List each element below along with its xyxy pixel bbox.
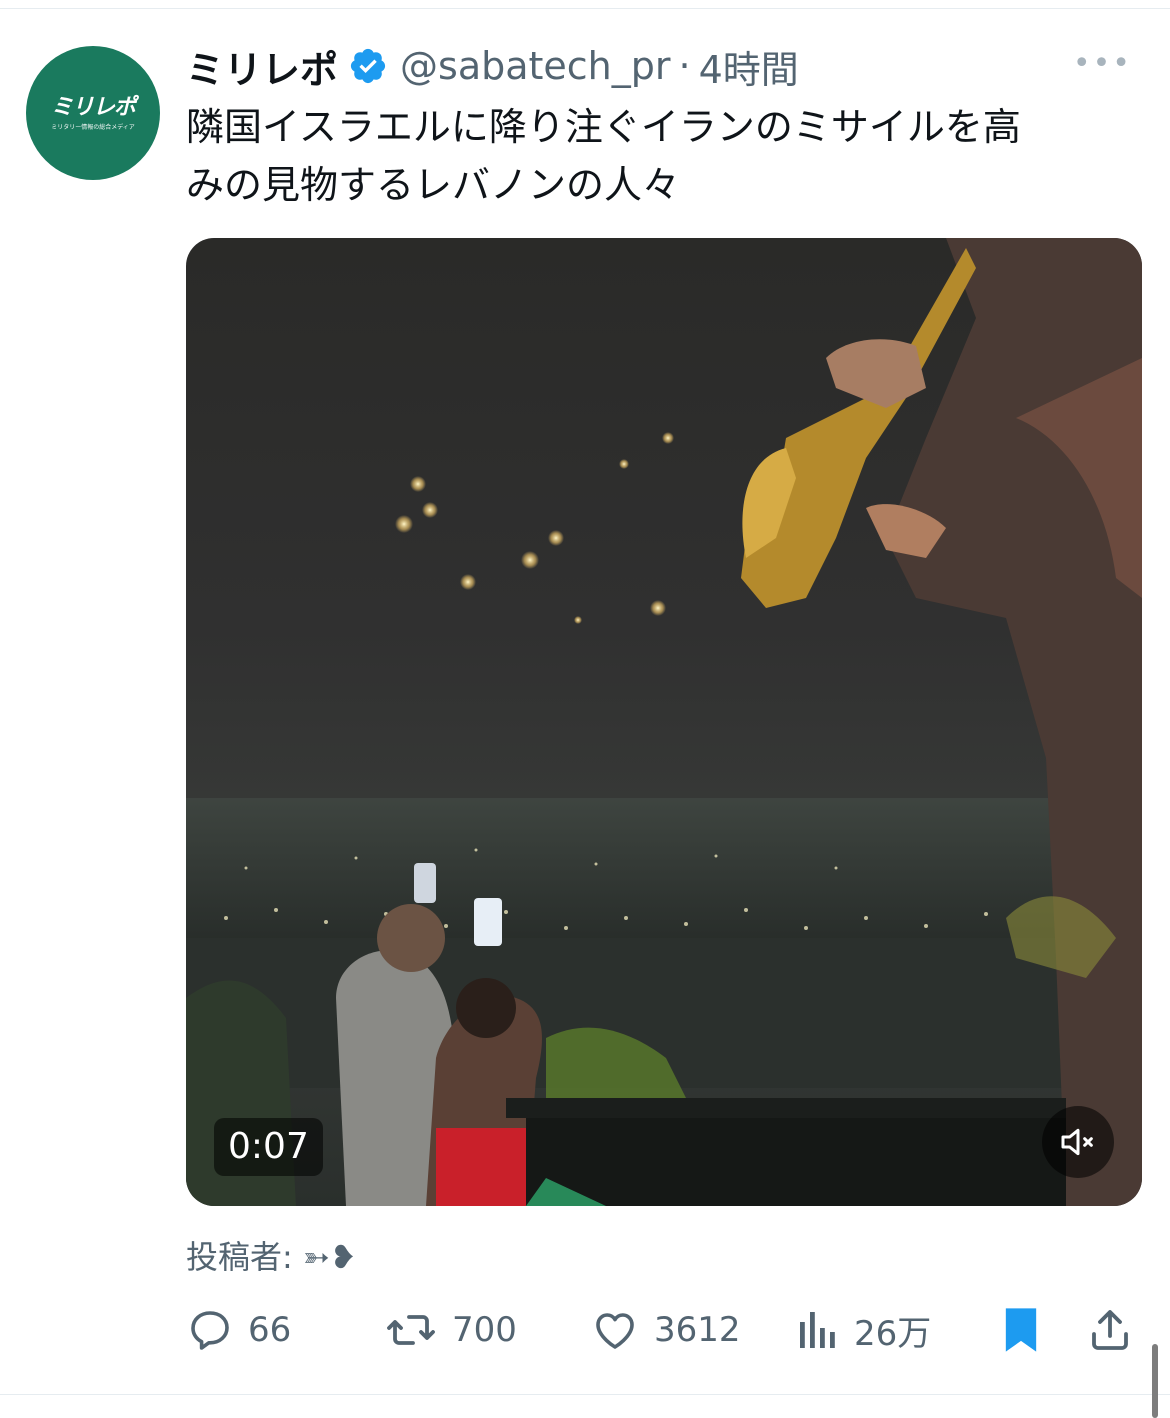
- tweet-header: ミリレポ @sabatech_pr · 4時間 •••: [186, 40, 1146, 92]
- like-count: 3612: [654, 1310, 741, 1350]
- avatar-tagline: ミリタリー情報の総合メディア: [51, 123, 135, 131]
- tweet-page: ミリレポ ミリタリー情報の総合メディア ミリレポ @sabatech_pr · …: [0, 0, 1170, 1418]
- tweet-text: 隣国イスラエルに降り注ぐイランのミサイルを高 みの見物するレバノンの人々: [186, 105, 1021, 207]
- retweet-icon: [387, 1315, 435, 1345]
- video-duration: 0:07: [214, 1118, 323, 1176]
- retweet-button[interactable]: 700: [384, 1298, 517, 1362]
- reply-count: 66: [248, 1310, 292, 1350]
- post-time[interactable]: 4時間: [699, 39, 799, 94]
- video-frame: [186, 238, 1142, 1206]
- display-name[interactable]: ミリレポ: [186, 39, 338, 94]
- share-button[interactable]: [1086, 1298, 1134, 1362]
- separator-dot: ·: [678, 44, 691, 88]
- media-credit[interactable]: 投稿者: ➳❥: [186, 1232, 357, 1278]
- top-divider: [0, 8, 1170, 9]
- action-bar: 66 700 3612 26万: [186, 1298, 1146, 1362]
- bookmark-button[interactable]: [998, 1298, 1044, 1362]
- more-options-icon[interactable]: •••: [1073, 46, 1132, 81]
- like-button[interactable]: 3612: [590, 1298, 741, 1362]
- views-button[interactable]: 26万: [796, 1298, 931, 1362]
- avatar[interactable]: ミリレポ ミリタリー情報の総合メディア: [26, 46, 160, 180]
- bottom-divider: [0, 1394, 1170, 1395]
- avatar-logo: ミリレポ: [50, 94, 136, 120]
- retweet-count: 700: [452, 1310, 517, 1350]
- bookmark-filled-icon: [1005, 1308, 1037, 1352]
- share-icon: [1092, 1310, 1128, 1350]
- reply-icon: [191, 1311, 229, 1350]
- reply-button[interactable]: 66: [186, 1298, 291, 1362]
- mute-button[interactable]: [1042, 1106, 1114, 1178]
- video-player[interactable]: 0:07: [186, 238, 1142, 1206]
- heart-icon: [596, 1313, 634, 1349]
- analytics-icon: [800, 1312, 835, 1348]
- user-handle[interactable]: @sabatech_pr: [400, 44, 671, 88]
- verified-badge-icon: [348, 46, 388, 86]
- scrollbar[interactable]: [1152, 1344, 1158, 1418]
- speaker-muted-icon: [1061, 1128, 1093, 1156]
- views-count: 26万: [854, 1313, 932, 1354]
